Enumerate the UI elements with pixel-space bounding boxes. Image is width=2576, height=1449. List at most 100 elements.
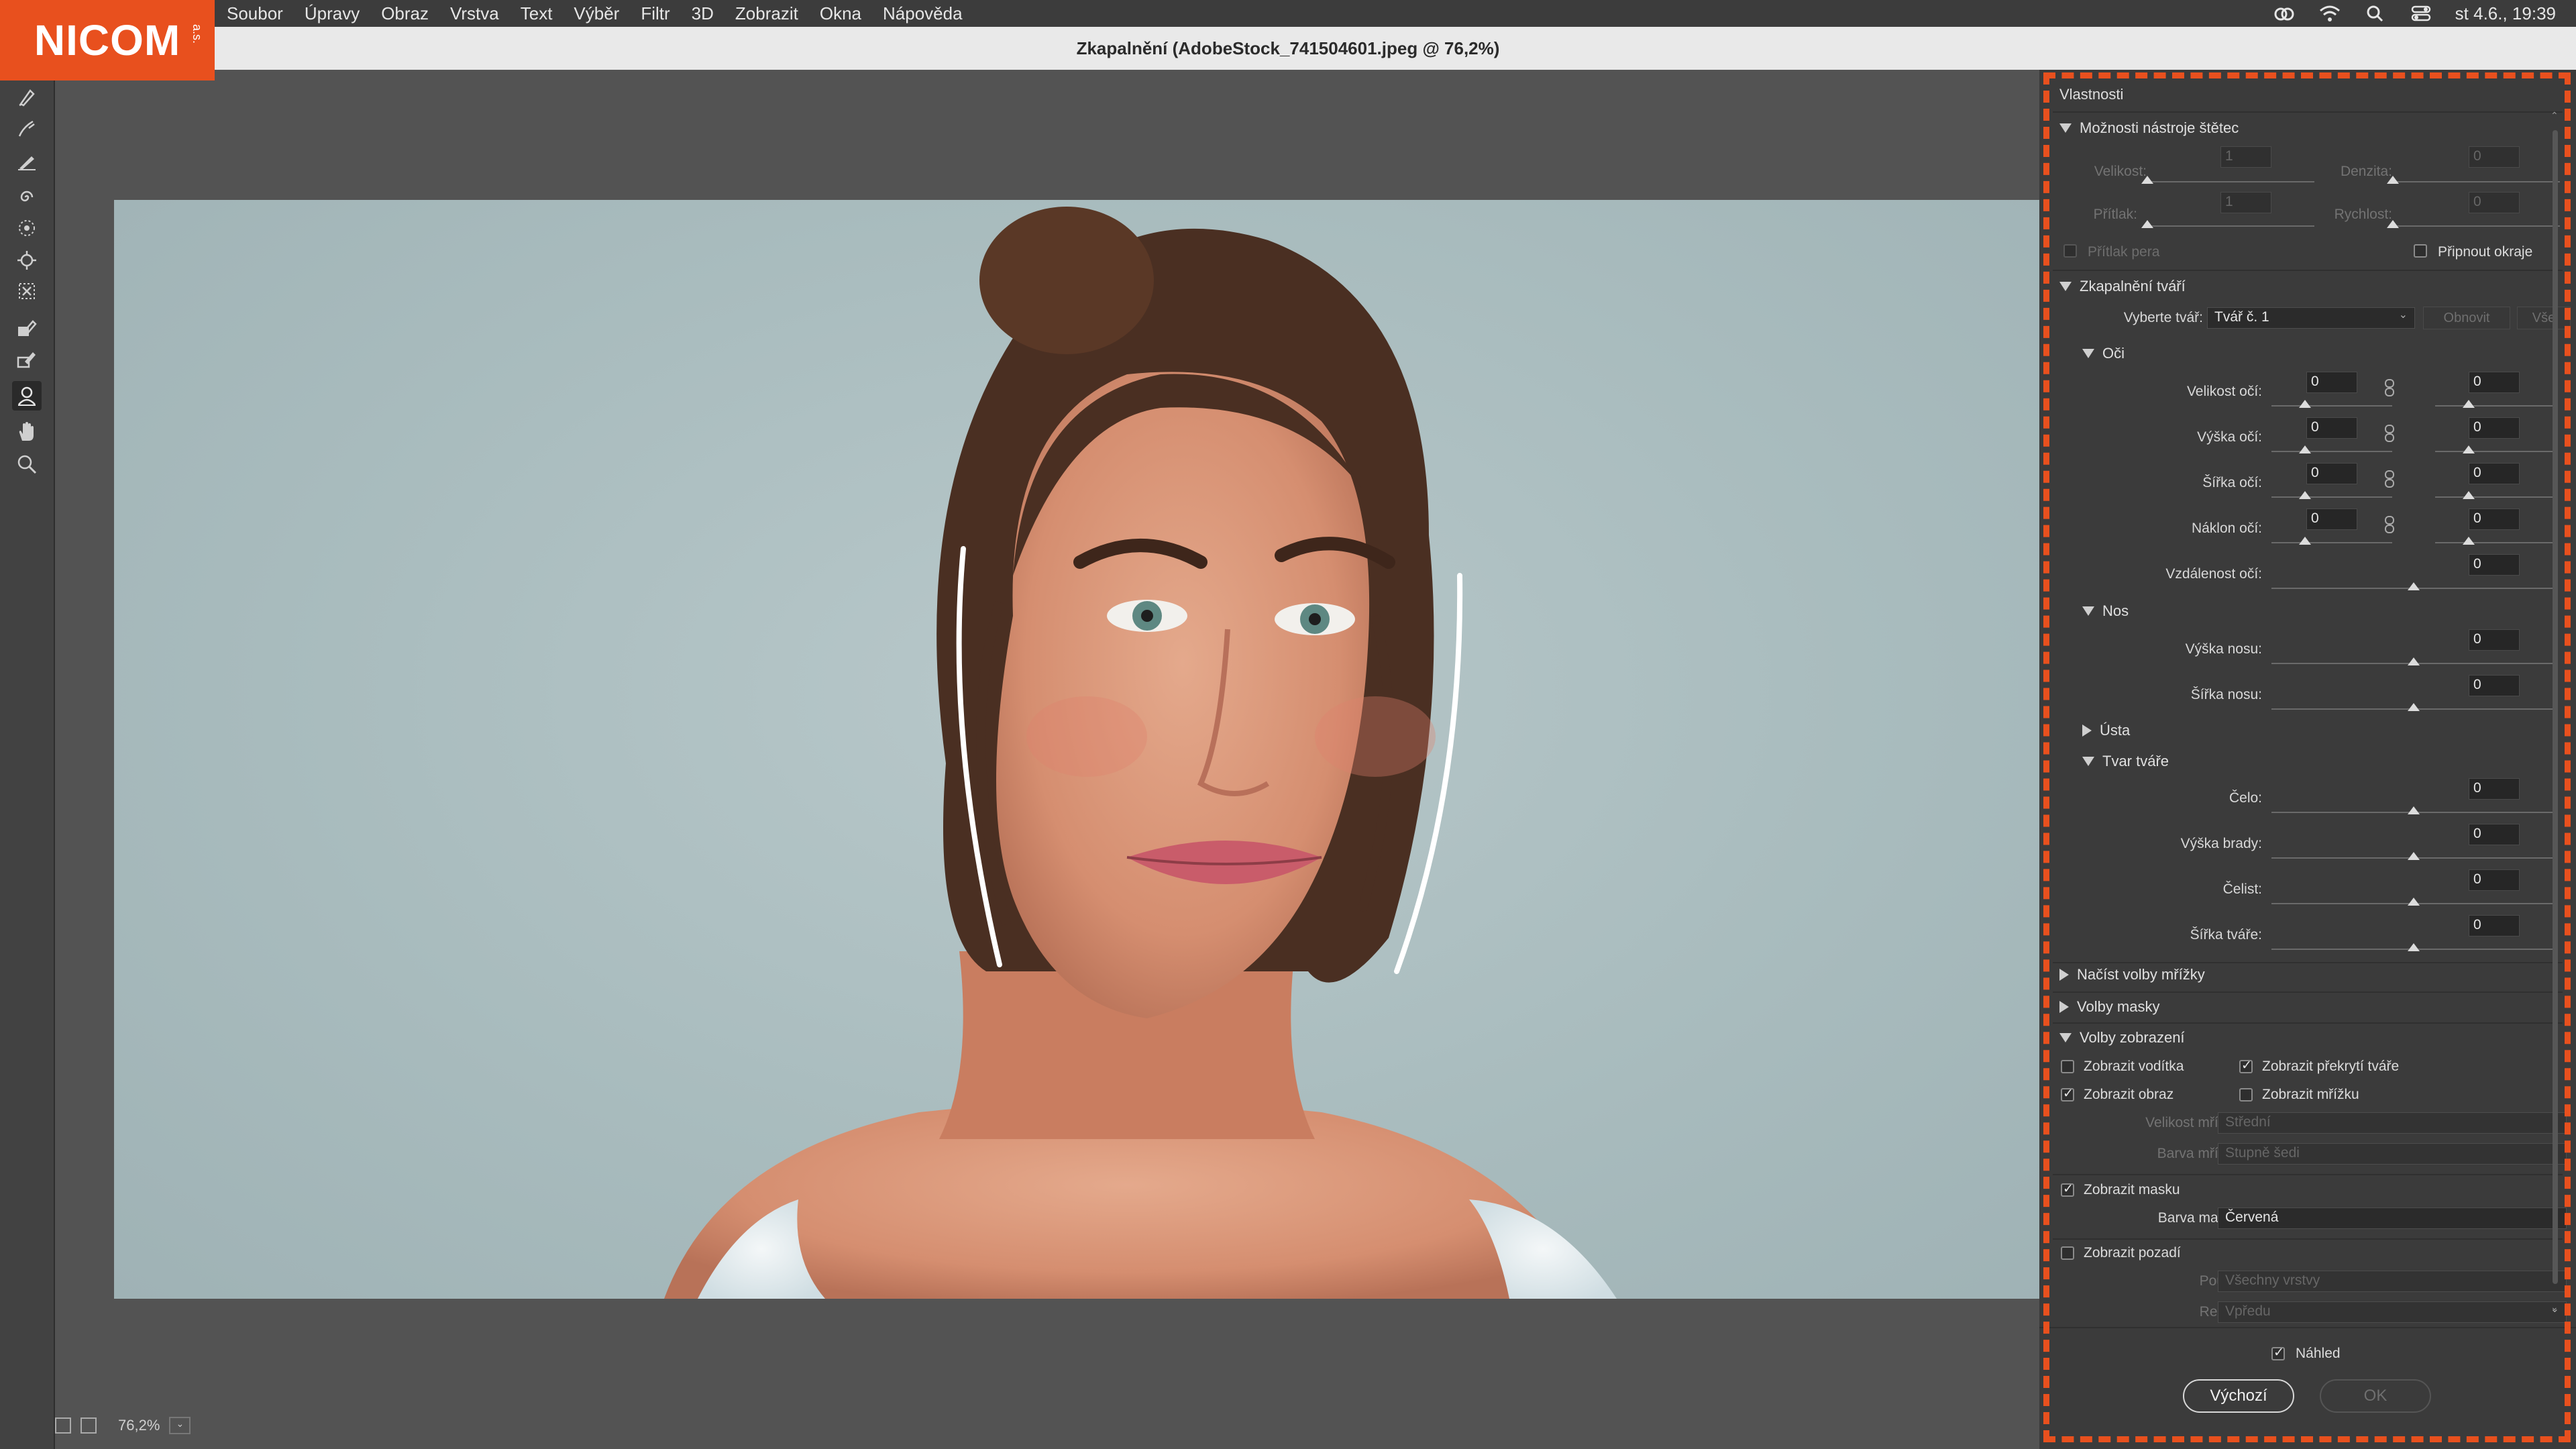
- menu-layer[interactable]: Vrstva: [450, 3, 499, 24]
- forehead-input[interactable]: 0: [2469, 778, 2520, 800]
- subsection-eyes[interactable]: Oči: [2082, 345, 2125, 362]
- slider-thumb[interactable]: [2387, 176, 2399, 184]
- eye-width-left-input[interactable]: 0: [2306, 463, 2357, 484]
- show-mask-checkbox[interactable]: [2061, 1181, 2074, 1197]
- menu-help[interactable]: Nápověda: [883, 3, 963, 24]
- menu-window[interactable]: Okna: [820, 3, 861, 24]
- slider-thumb[interactable]: [2299, 400, 2311, 408]
- spotlight-search-icon[interactable]: [2364, 3, 2387, 23]
- density-input[interactable]: 0: [2469, 146, 2520, 168]
- slider-thumb[interactable]: [2408, 852, 2420, 860]
- slider-thumb[interactable]: [2299, 537, 2311, 545]
- eye-distance-input[interactable]: 0: [2469, 554, 2520, 576]
- slider-thumb[interactable]: [2408, 703, 2420, 711]
- rate-input[interactable]: 0: [2469, 192, 2520, 213]
- menu-type[interactable]: Text: [521, 3, 553, 24]
- select-face-dropdown[interactable]: Tvář č. 1 ⌄: [2207, 307, 2415, 329]
- zoom-in-button[interactable]: [80, 1417, 97, 1434]
- link-icon[interactable]: [2383, 378, 2396, 397]
- eye-height-left-slider[interactable]: [2271, 451, 2392, 452]
- scroll-up-icon[interactable]: ⌃: [2551, 110, 2559, 121]
- bloat-icon[interactable]: [12, 246, 42, 275]
- ok-button[interactable]: OK: [2320, 1379, 2431, 1413]
- smooth-icon[interactable]: [12, 146, 42, 176]
- eye-height-left-input[interactable]: 0: [2306, 417, 2357, 439]
- density-slider[interactable]: [2392, 181, 2560, 182]
- zoom-dropdown-chevron-icon[interactable]: ⌄: [169, 1417, 191, 1434]
- default-button[interactable]: Výchozí: [2183, 1379, 2294, 1413]
- menu-image[interactable]: Obraz: [381, 3, 429, 24]
- menu-filter[interactable]: Filtr: [641, 3, 669, 24]
- eye-tilt-right-slider[interactable]: [2435, 542, 2556, 543]
- pucker-icon[interactable]: [12, 213, 42, 243]
- eye-width-right-input[interactable]: 0: [2469, 463, 2520, 484]
- subsection-face-shape[interactable]: Tvar tváře: [2082, 753, 2169, 770]
- eye-height-right-input[interactable]: 0: [2469, 417, 2520, 439]
- eye-tilt-right-input[interactable]: 0: [2469, 508, 2520, 530]
- forward-warp-icon[interactable]: [12, 82, 42, 111]
- slider-thumb[interactable]: [2408, 657, 2420, 665]
- hand-icon[interactable]: [12, 417, 42, 447]
- face-width-input[interactable]: 0: [2469, 915, 2520, 936]
- scrollbar-thumb[interactable]: [2553, 130, 2558, 1284]
- chin-height-input[interactable]: 0: [2469, 824, 2520, 845]
- slider-thumb[interactable]: [2387, 220, 2399, 228]
- section-brush-options[interactable]: Možnosti nástroje štětec: [2059, 119, 2239, 137]
- zoom-icon[interactable]: [12, 449, 42, 479]
- control-center-icon[interactable]: [2410, 3, 2432, 23]
- pin-edges-checkbox[interactable]: [2414, 244, 2427, 258]
- eye-size-right-input[interactable]: 0: [2469, 372, 2520, 393]
- show-mesh-checkbox[interactable]: [2239, 1088, 2253, 1102]
- slider-thumb[interactable]: [2463, 491, 2475, 499]
- slider-thumb[interactable]: [2299, 445, 2311, 453]
- face-tool-icon[interactable]: [12, 381, 42, 411]
- pressure-input[interactable]: 1: [2220, 192, 2271, 213]
- creative-cloud-icon[interactable]: [2273, 3, 2296, 23]
- subsection-nose[interactable]: Nos: [2082, 602, 2129, 620]
- menubar-clock[interactable]: st 4.6., 19:39: [2455, 3, 2556, 24]
- eye-width-right-slider[interactable]: [2435, 496, 2556, 498]
- push-left-icon[interactable]: [12, 276, 42, 306]
- section-load-mesh[interactable]: Načíst volby mřížky: [2059, 966, 2205, 983]
- mesh-size-dropdown[interactable]: Střední ⌄: [2218, 1112, 2567, 1134]
- panel-scrollbar[interactable]: ⌃ ⌄: [2551, 110, 2560, 1318]
- scroll-down-icon[interactable]: ⌄: [2551, 1301, 2559, 1313]
- eye-tilt-left-slider[interactable]: [2271, 542, 2392, 543]
- use-dropdown[interactable]: Všechny vrstvy ⌄: [2218, 1271, 2567, 1292]
- thaw-mask-icon[interactable]: [12, 345, 42, 374]
- show-backdrop-checkbox[interactable]: [2061, 1246, 2074, 1260]
- nose-height-input[interactable]: 0: [2469, 629, 2520, 651]
- menu-select[interactable]: Výběr: [574, 3, 619, 24]
- menu-edit[interactable]: Úpravy: [305, 3, 360, 24]
- brush-size-slider[interactable]: [2147, 181, 2314, 182]
- eye-size-right-slider[interactable]: [2435, 405, 2556, 407]
- jawline-input[interactable]: 0: [2469, 869, 2520, 891]
- reset-face-button[interactable]: Obnovit: [2423, 307, 2510, 329]
- slider-thumb[interactable]: [2299, 491, 2311, 499]
- section-mask-options[interactable]: Volby masky: [2059, 998, 2160, 1016]
- wifi-icon[interactable]: [2318, 3, 2341, 23]
- eye-size-left-input[interactable]: 0: [2306, 372, 2357, 393]
- show-face-overlay-checkbox[interactable]: [2239, 1058, 2253, 1073]
- link-icon[interactable]: [2383, 470, 2396, 488]
- freeze-mask-icon[interactable]: [12, 314, 42, 343]
- section-face-liquify[interactable]: Zkapalnění tváří: [2059, 278, 2186, 295]
- link-icon[interactable]: [2383, 424, 2396, 443]
- slider-thumb[interactable]: [2141, 176, 2153, 184]
- rate-slider[interactable]: [2392, 225, 2560, 227]
- menu-file[interactable]: Soubor: [227, 3, 283, 24]
- brush-size-input[interactable]: 1: [2220, 146, 2271, 168]
- pen-pressure-checkbox[interactable]: [2063, 244, 2077, 258]
- slider-thumb[interactable]: [2408, 943, 2420, 951]
- canvas-area[interactable]: [55, 70, 2070, 1438]
- slider-thumb[interactable]: [2408, 898, 2420, 906]
- mesh-color-dropdown[interactable]: Stupně šedi ⌄: [2218, 1143, 2567, 1165]
- mask-color-dropdown[interactable]: Červená ⌄: [2218, 1208, 2567, 1229]
- zoom-out-button[interactable]: [55, 1417, 71, 1434]
- nose-width-input[interactable]: 0: [2469, 675, 2520, 696]
- slider-thumb[interactable]: [2408, 806, 2420, 814]
- menu-3d[interactable]: 3D: [692, 3, 714, 24]
- slider-thumb[interactable]: [2463, 400, 2475, 408]
- section-view-options[interactable]: Volby zobrazení: [2059, 1029, 2185, 1046]
- preview-checkbox[interactable]: [2271, 1345, 2285, 1360]
